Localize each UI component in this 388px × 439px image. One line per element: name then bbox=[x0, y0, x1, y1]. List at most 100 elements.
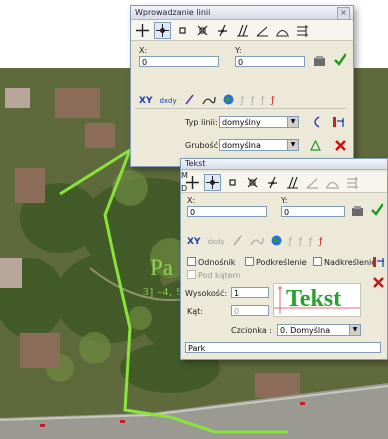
wysokosc-label: Wysokość: bbox=[185, 289, 228, 298]
text-preview-box: Tekst bbox=[273, 283, 361, 317]
text-input-window: Tekst X: 0 Y: 0 XY dxdy ƒ ƒ ƒ ƒ Odnośnik… bbox=[180, 158, 388, 360]
arc-tool-icon-3[interactable]: ƒ bbox=[309, 237, 312, 247]
measure-tool-icon[interactable] bbox=[332, 115, 344, 127]
arc-icon[interactable] bbox=[274, 22, 291, 39]
pick-point-icon[interactable] bbox=[313, 55, 325, 67]
text-preview: Tekst bbox=[286, 286, 342, 312]
czcionka-select[interactable]: 0. Domyślna ▼ bbox=[277, 324, 361, 336]
obscured-d-label: D bbox=[181, 184, 188, 193]
dropdown-arrow-icon[interactable]: ▼ bbox=[287, 140, 298, 150]
podkreslenie-label: Podkreślenie bbox=[256, 258, 307, 267]
angle-icon[interactable] bbox=[304, 174, 321, 191]
square-point-icon[interactable] bbox=[224, 174, 241, 191]
curve-tool-icon[interactable] bbox=[202, 95, 216, 108]
mode-icons-row: XY dxdy ƒ ƒ ƒ ƒ bbox=[139, 94, 281, 108]
parallel-icon[interactable] bbox=[234, 22, 251, 39]
line-type-value: domyślny bbox=[222, 118, 261, 127]
y-label: Y: bbox=[281, 196, 288, 205]
nadkreslenie-checkbox[interactable] bbox=[313, 257, 322, 266]
dropdown-arrow-icon[interactable]: ▼ bbox=[287, 117, 298, 127]
thickness-value: domyślna bbox=[222, 141, 261, 150]
thickness-select[interactable]: domyślna ▼ bbox=[219, 139, 299, 151]
kat-label: Kąt: bbox=[187, 307, 203, 316]
dimension-icon[interactable] bbox=[344, 174, 361, 191]
snap-point-icon[interactable] bbox=[204, 173, 221, 191]
wysokosc-field[interactable]: 1 bbox=[231, 287, 269, 298]
pod-katem-checkbox[interactable] bbox=[187, 270, 196, 279]
podkreslenie-option[interactable]: Podkreślenie bbox=[245, 257, 307, 267]
parallel-icon[interactable] bbox=[284, 174, 301, 191]
text-content-field[interactable]: Park bbox=[185, 342, 381, 353]
mode-icons-row: XY dxdy ƒ ƒ ƒ ƒ bbox=[187, 235, 329, 249]
odnosnik-checkbox[interactable] bbox=[187, 257, 196, 266]
xy-mode-button[interactable]: XY bbox=[139, 96, 152, 106]
triangle-tool-icon[interactable] bbox=[309, 139, 321, 151]
text-window-titlebar[interactable]: Tekst bbox=[181, 159, 387, 170]
czcionka-label: Czcionka : bbox=[231, 326, 273, 335]
intersection-icon[interactable] bbox=[244, 174, 261, 191]
map-parcel-number: 3] -4, 9 bbox=[143, 286, 184, 298]
perpendicular-icon[interactable] bbox=[214, 22, 231, 39]
y-coordinate-field[interactable]: 0 bbox=[281, 206, 345, 217]
obscured-m-label: M bbox=[181, 171, 188, 180]
arc-icon[interactable] bbox=[324, 174, 341, 191]
close-button[interactable]: × bbox=[337, 7, 350, 20]
line-window-title: Wprowadzanie linii bbox=[135, 8, 211, 17]
confirm-checkmark-icon[interactable] bbox=[371, 202, 383, 216]
pick-point-icon[interactable] bbox=[351, 205, 363, 217]
cancel-x-icon[interactable] bbox=[372, 276, 384, 288]
podkreslenie-checkbox[interactable] bbox=[245, 257, 254, 266]
pencil-icon[interactable] bbox=[184, 94, 195, 108]
arc-tool-icon-4[interactable]: ƒ bbox=[271, 96, 274, 106]
square-point-icon[interactable] bbox=[174, 22, 191, 39]
separator bbox=[135, 108, 347, 109]
arc-tool-icon-1[interactable]: ƒ bbox=[241, 96, 244, 106]
confirm-checkmark-icon[interactable] bbox=[334, 52, 346, 66]
x-label: X: bbox=[187, 196, 196, 205]
odnosnik-option[interactable]: Odnośnik bbox=[187, 257, 235, 267]
text-window-title: Tekst bbox=[185, 159, 206, 168]
map-park-label: Pa bbox=[150, 255, 173, 280]
curve-tool-icon[interactable] bbox=[250, 236, 264, 249]
line-type-select[interactable]: domyślny ▼ bbox=[219, 116, 299, 128]
arc-tool-icon-2[interactable]: ƒ bbox=[251, 96, 254, 106]
dimension-icon[interactable] bbox=[294, 22, 311, 39]
thickness-label: Grubość: bbox=[185, 141, 221, 150]
odnosnik-label: Odnośnik bbox=[198, 258, 236, 267]
globe-icon[interactable] bbox=[271, 235, 282, 249]
pod-katem-label: Pod kątem bbox=[198, 271, 241, 280]
arc-direction-icon[interactable] bbox=[309, 116, 321, 128]
arc-tool-icon-3[interactable]: ƒ bbox=[261, 96, 264, 106]
x-coordinate-field[interactable]: 0 bbox=[187, 206, 267, 217]
arc-tool-icon-2[interactable]: ƒ bbox=[299, 237, 302, 247]
plus-cross-icon[interactable] bbox=[134, 22, 151, 39]
nadkreslenie-label: Nadkreślenie bbox=[324, 258, 377, 267]
line-input-window: Wprowadzanie linii × X: 0 Y: 0 XY dxdy ƒ… bbox=[130, 5, 354, 167]
perpendicular-icon[interactable] bbox=[264, 174, 281, 191]
czcionka-value: 0. Domyślna bbox=[280, 326, 331, 335]
kat-field[interactable]: 0 bbox=[231, 305, 269, 316]
angle-icon[interactable] bbox=[254, 22, 271, 39]
nadkreslenie-option[interactable]: Nadkreślenie bbox=[313, 257, 376, 267]
x-label: X: bbox=[139, 46, 148, 55]
intersection-icon[interactable] bbox=[194, 22, 211, 39]
snap-point-icon[interactable] bbox=[154, 21, 171, 39]
pencil-icon[interactable] bbox=[232, 235, 243, 249]
line-window-titlebar[interactable]: Wprowadzanie linii × bbox=[131, 6, 353, 20]
arc-tool-icon-4[interactable]: ƒ bbox=[319, 237, 322, 247]
y-label: Y: bbox=[235, 46, 242, 55]
x-coordinate-field[interactable]: 0 bbox=[139, 56, 219, 67]
dxdy-mode-button[interactable]: dxdy bbox=[159, 97, 176, 105]
y-coordinate-field[interactable]: 0 bbox=[235, 56, 305, 67]
dxdy-mode-button[interactable]: dxdy bbox=[207, 238, 224, 246]
dropdown-arrow-icon[interactable]: ▼ bbox=[349, 325, 360, 335]
arc-tool-icon-1[interactable]: ƒ bbox=[289, 237, 292, 247]
line-toolbar bbox=[131, 20, 353, 41]
xy-mode-button[interactable]: XY bbox=[187, 237, 200, 247]
measure-tool-icon[interactable] bbox=[372, 255, 384, 267]
cancel-x-icon[interactable] bbox=[334, 139, 346, 151]
text-toolbar bbox=[181, 172, 387, 193]
pod-katem-option[interactable]: Pod kątem bbox=[187, 270, 240, 280]
line-type-label: Typ linii: bbox=[185, 118, 218, 127]
globe-icon[interactable] bbox=[223, 94, 234, 108]
